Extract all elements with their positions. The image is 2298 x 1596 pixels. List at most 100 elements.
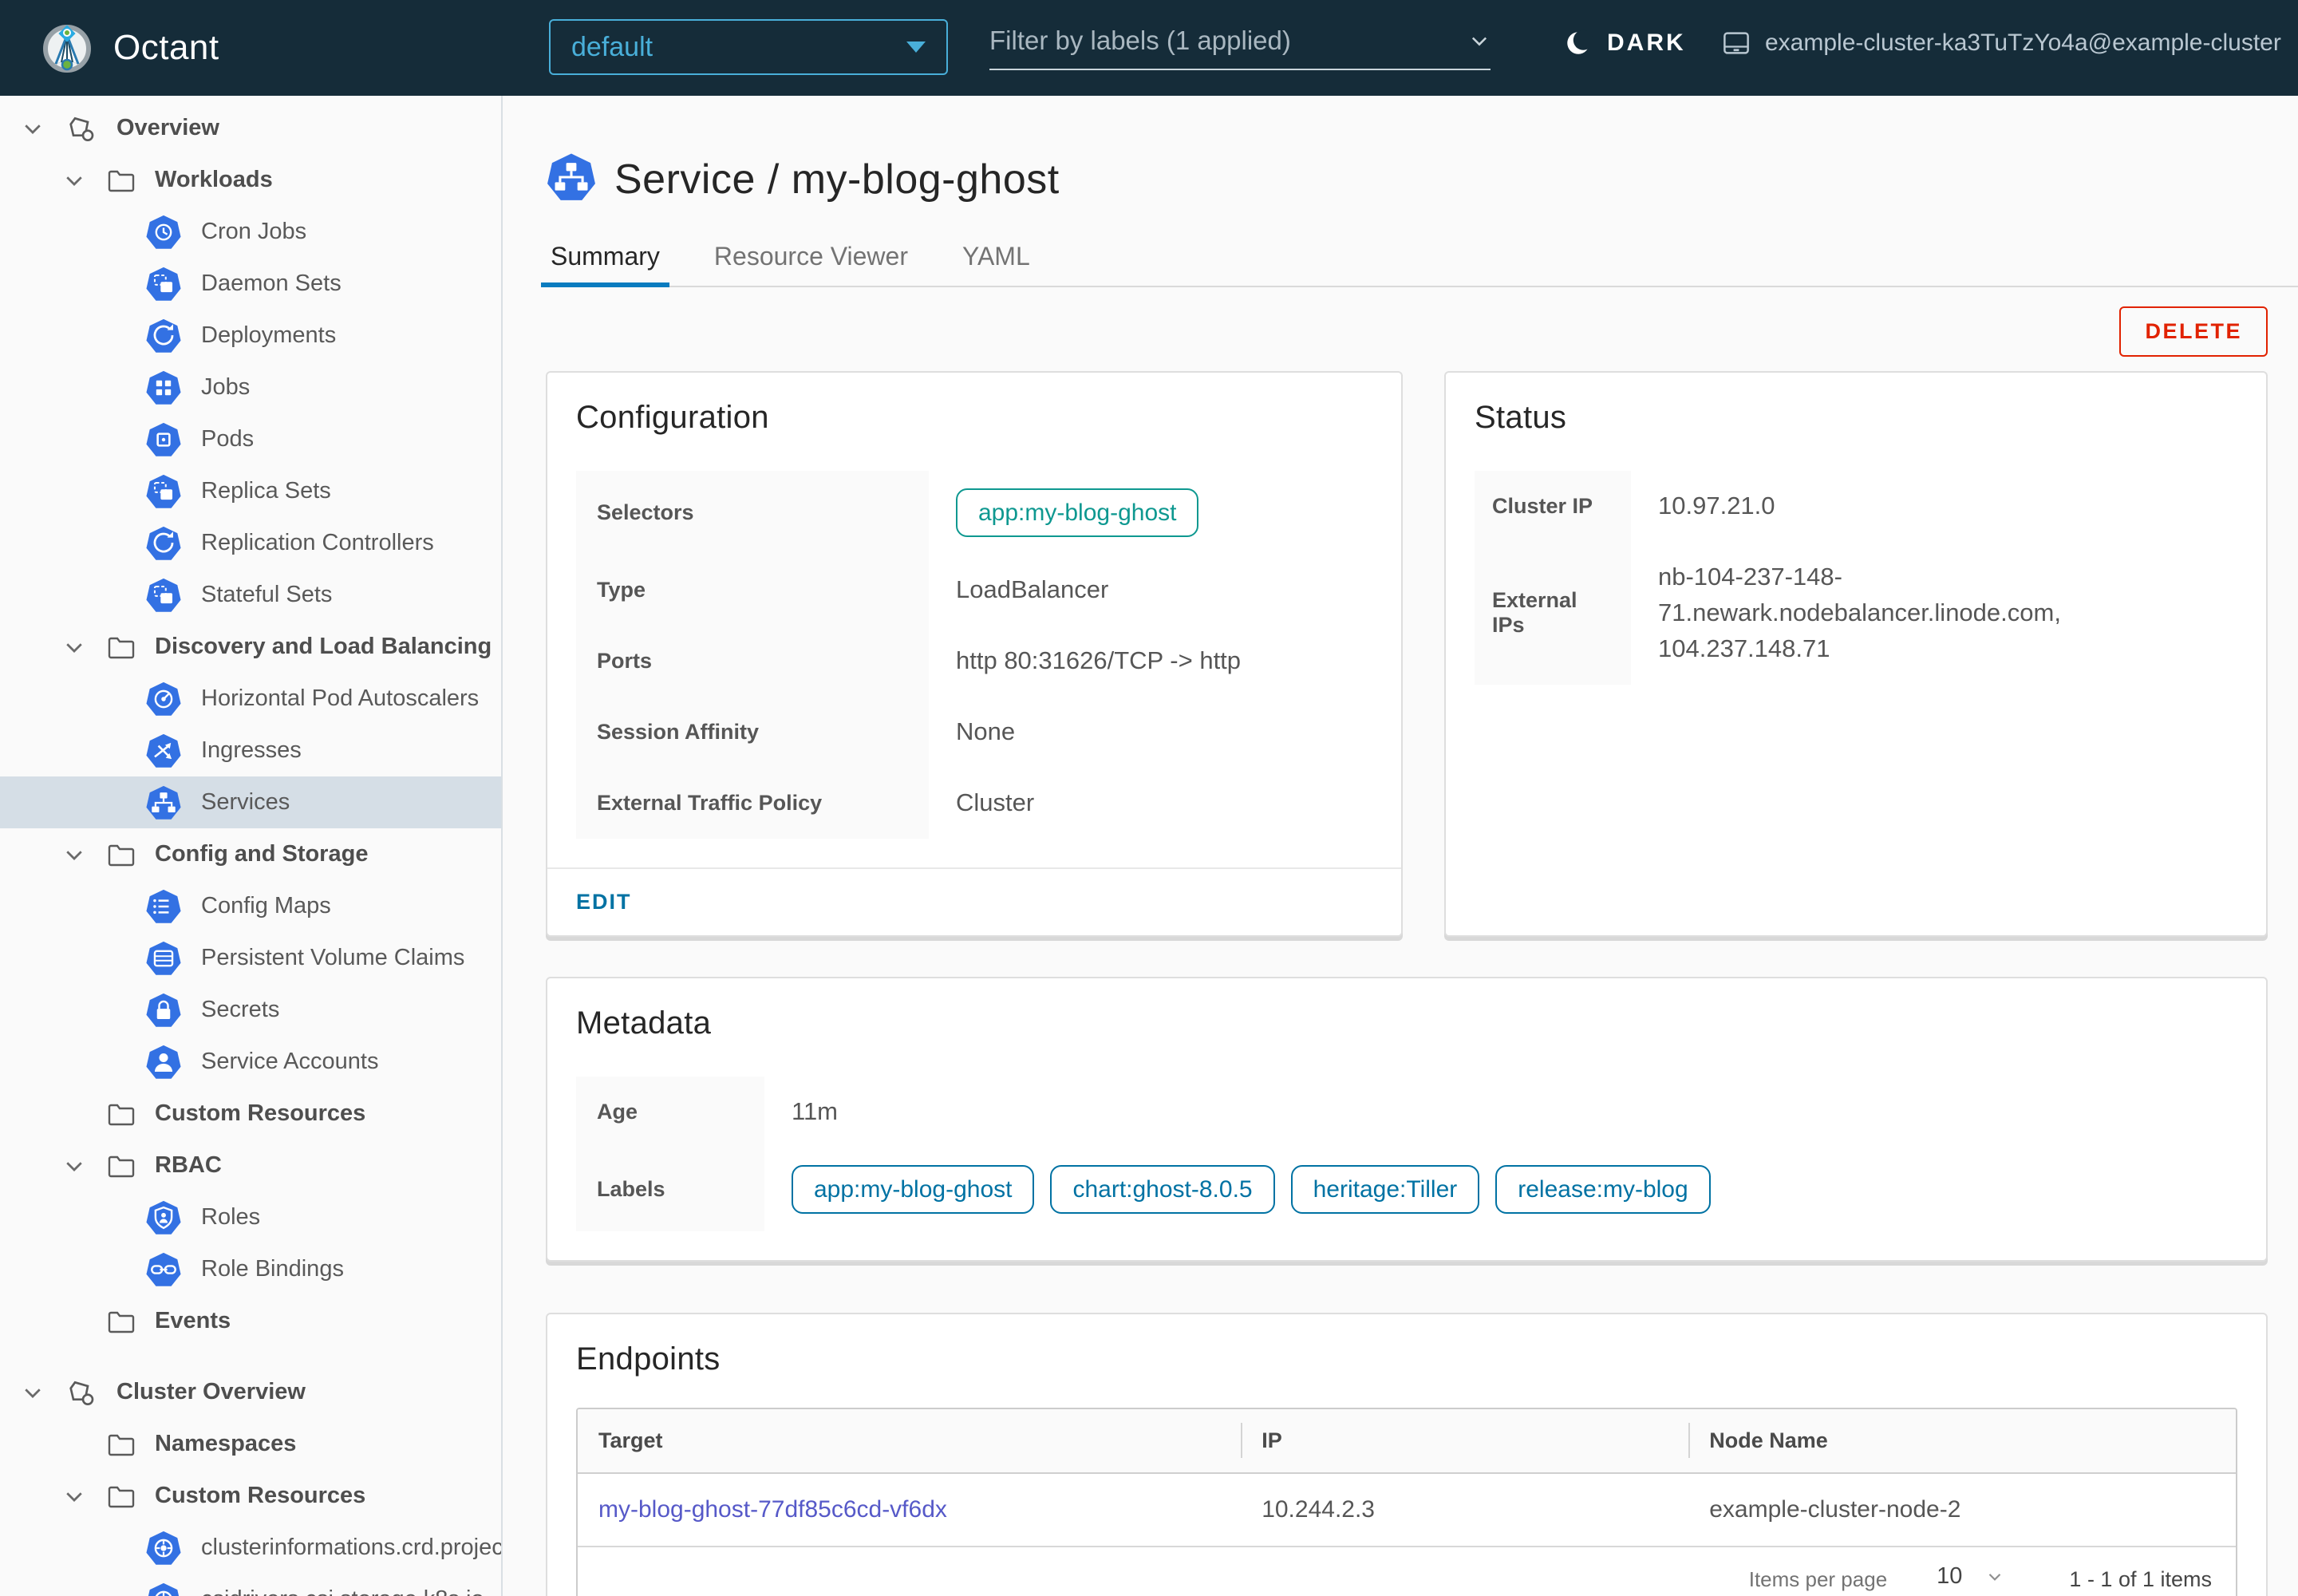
chevron-down-icon bbox=[66, 850, 82, 860]
folder-icon bbox=[108, 844, 135, 866]
label-filter-dropdown[interactable]: Filter by labels (1 applied) bbox=[989, 26, 1491, 70]
label-tag[interactable]: chart:ghost-8.0.5 bbox=[1050, 1164, 1275, 1214]
sidebar-item-daemon-sets[interactable]: Daemon Sets bbox=[0, 258, 501, 310]
tab-resource-viewer[interactable]: Resource Viewer bbox=[709, 242, 913, 286]
sidebar-item-rbac[interactable]: RBAC bbox=[0, 1140, 501, 1191]
moon-icon bbox=[1567, 30, 1593, 54]
column-header-target: Target bbox=[598, 1428, 663, 1452]
sidebar-item-label: Namespaces bbox=[155, 1431, 297, 1456]
sidebar-item-csidrivers-csi-storage-k8s-io[interactable]: csidrivers.csi.storage.k8s.io bbox=[0, 1574, 501, 1596]
theme-toggle[interactable]: DARK bbox=[1562, 27, 1686, 59]
crd-icon bbox=[146, 1531, 181, 1565]
kv-row: Selectors app:my-blog-ghost bbox=[576, 471, 1372, 555]
sidebar-item-label: Custom Resources bbox=[155, 1483, 366, 1508]
sidebar-item-label: Discovery and Load Balancing bbox=[155, 634, 492, 659]
summary-row: Configuration Selectors app:my-blog-ghost… bbox=[546, 371, 2268, 937]
sidebar-item-pods[interactable]: Pods bbox=[0, 413, 501, 465]
kv-value: app:my-blog-ghost chart:ghost-8.0.5 herita… bbox=[764, 1148, 1711, 1231]
config-maps-icon bbox=[146, 889, 181, 923]
sidebar-item-cluster-overview[interactable]: Cluster Overview bbox=[0, 1366, 501, 1418]
sidebar-item-clusterinformations-crd-projec[interactable]: clusterinformations.crd.projec bbox=[0, 1522, 501, 1574]
sidebar-item-persistent-volume-claims[interactable]: Persistent Volume Claims bbox=[0, 932, 501, 984]
kv-label: Selectors bbox=[576, 471, 929, 555]
kv-value: Cluster bbox=[929, 768, 1034, 839]
sidebar-item-replication-controllers[interactable]: Replication Controllers bbox=[0, 517, 501, 569]
endpoints-title: Endpoints bbox=[576, 1341, 721, 1377]
kv-label: Session Affinity bbox=[576, 696, 929, 768]
sidebar-item-jobs[interactable]: Jobs bbox=[0, 361, 501, 413]
tab-yaml[interactable]: YAML bbox=[958, 242, 1035, 286]
chevron-down-icon bbox=[66, 1491, 82, 1502]
sidebar-item-label: Services bbox=[201, 789, 290, 815]
endpoints-table-body: my-blog-ghost-77df85c6cd-vf6dx 10.244.2.3… bbox=[578, 1473, 2236, 1547]
sidebar-item-roles[interactable]: Roles bbox=[0, 1191, 501, 1243]
sidebar-item-discovery-and-load-balancing[interactable]: Discovery and Load Balancing bbox=[0, 621, 501, 673]
folder-icon bbox=[108, 1104, 135, 1125]
replication-controllers-icon bbox=[146, 526, 181, 560]
sidebar-item-label: Jobs bbox=[201, 374, 251, 400]
table-row: my-blog-ghost-77df85c6cd-vf6dx 10.244.2.3… bbox=[578, 1473, 2236, 1547]
sidebar-item-services[interactable]: Services bbox=[0, 776, 501, 828]
edit-link[interactable]: EDIT bbox=[576, 890, 632, 914]
sidebar-item-role-bindings[interactable]: Role Bindings bbox=[0, 1243, 501, 1295]
sidebar-item-custom-resources[interactable]: Custom Resources bbox=[0, 1470, 501, 1522]
chevron-down-icon bbox=[66, 1161, 82, 1171]
folder-icon bbox=[108, 170, 135, 192]
endpoint-target-link[interactable]: my-blog-ghost-77df85c6cd-vf6dx bbox=[598, 1496, 947, 1523]
sidebar-item-label: Horizontal Pod Autoscalers bbox=[201, 685, 480, 711]
context-selector[interactable]: example-cluster-ka3TuTzYo4a@example-clus… bbox=[1722, 29, 2298, 57]
folder-icon bbox=[108, 1156, 135, 1177]
sidebar-item-label: Deployments bbox=[201, 322, 337, 348]
sidebar-item-namespaces[interactable]: Namespaces bbox=[0, 1418, 501, 1470]
sidebar-item-label: RBAC bbox=[155, 1152, 222, 1178]
selector-tag[interactable]: app:my-blog-ghost bbox=[956, 488, 1199, 537]
sidebar-item-label: Replica Sets bbox=[201, 478, 331, 504]
sidebar-item-workloads[interactable]: Workloads bbox=[0, 154, 501, 206]
label-tag[interactable]: heritage:Tiller bbox=[1290, 1164, 1480, 1214]
octant-app: Octant default Filter by labels (1 appli… bbox=[0, 0, 2298, 1596]
kv-row: Ports http 80:31626/TCP -> http bbox=[576, 625, 1372, 697]
sidebar-item-stateful-sets[interactable]: Stateful Sets bbox=[0, 569, 501, 621]
kv-value: nb-104-237-148-71.newark.nodebalancer.li… bbox=[1631, 542, 2237, 685]
namespace-dropdown[interactable]: default bbox=[549, 19, 948, 75]
kv-row: External Traffic Policy Cluster bbox=[576, 767, 1372, 839]
theme-toggle-label: DARK bbox=[1607, 30, 1686, 56]
sidebar-item-config-maps[interactable]: Config Maps bbox=[0, 880, 501, 932]
kv-value-text: Cluster bbox=[956, 788, 1035, 816]
sidebar-item-custom-resources[interactable]: Custom Resources bbox=[0, 1088, 501, 1140]
sidebar-item-ingresses[interactable]: Ingresses bbox=[0, 725, 501, 776]
cell-target: my-blog-ghost-77df85c6cd-vf6dx bbox=[578, 1474, 1241, 1546]
items-per-page-select[interactable]: 10 bbox=[1924, 1560, 2018, 1596]
main-content: Service / my-blog-ghost Summary Resource … bbox=[503, 96, 2298, 1596]
kv-row: Labels app:my-blog-ghost chart:ghost-8.0.5… bbox=[576, 1147, 2237, 1231]
sidebar-item-cron-jobs[interactable]: Cron Jobs bbox=[0, 206, 501, 258]
metadata-table: Age 11m Labels app:my-blog-ghost chart:ghost… bbox=[576, 1076, 2237, 1231]
label-tag[interactable]: release:my-blog bbox=[1495, 1164, 1711, 1214]
sidebar-item-events[interactable]: Events bbox=[0, 1295, 501, 1347]
sidebar-item-secrets[interactable]: Secrets bbox=[0, 984, 501, 1036]
cluster-icon bbox=[1724, 32, 1749, 54]
kv-value-text: 11m bbox=[792, 1096, 839, 1125]
page-actions: DELETE bbox=[546, 306, 2268, 357]
metadata-card: Metadata Age 11m Labels app:my-blog-ghost ch… bbox=[546, 976, 2268, 1262]
sidebar-item-deployments[interactable]: Deployments bbox=[0, 310, 501, 361]
sidebar-item-service-accounts[interactable]: Service Accounts bbox=[0, 1036, 501, 1088]
sidebar-item-label: csidrivers.csi.storage.k8s.io bbox=[201, 1586, 484, 1596]
daemon-sets-icon bbox=[146, 267, 181, 301]
sidebar-item-label: Roles bbox=[201, 1204, 261, 1230]
sidebar-item-label: Custom Resources bbox=[155, 1100, 366, 1126]
sidebar-item-overview[interactable]: Overview bbox=[0, 102, 501, 154]
column-header-node-name: Node Name bbox=[1688, 1409, 2236, 1472]
cell-ip: 10.244.2.3 bbox=[1262, 1495, 1375, 1523]
sidebar-item-label: Overview bbox=[116, 115, 219, 140]
label-tag[interactable]: app:my-blog-ghost bbox=[792, 1164, 1035, 1214]
kv-value-text: LoadBalancer bbox=[956, 575, 1109, 603]
tab-summary[interactable]: Summary bbox=[541, 242, 669, 287]
sidebar-item-config-and-storage[interactable]: Config and Storage bbox=[0, 828, 501, 880]
secrets-icon bbox=[146, 993, 181, 1027]
sidebar-item-label: Events bbox=[155, 1308, 231, 1333]
sidebar-item-horizontal-pod-autoscalers[interactable]: Horizontal Pod Autoscalers bbox=[0, 673, 501, 725]
sidebar-item-replica-sets[interactable]: Replica Sets bbox=[0, 465, 501, 517]
delete-button[interactable]: DELETE bbox=[2119, 306, 2268, 357]
configuration-card-body: Configuration Selectors app:my-blog-ghost… bbox=[547, 373, 1401, 867]
